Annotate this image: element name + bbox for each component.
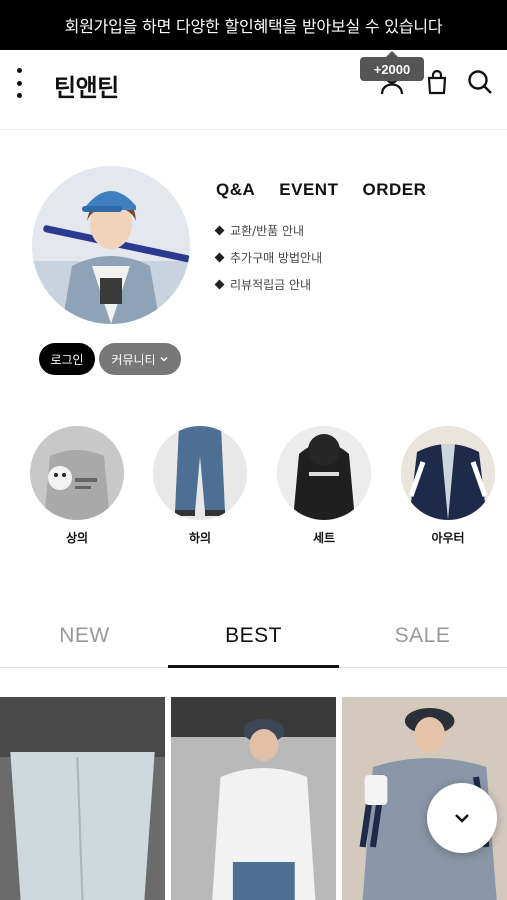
diamond-bullet-icon (214, 279, 225, 290)
product-grid (0, 697, 507, 900)
scroll-down-button[interactable] (427, 783, 497, 853)
guide-item-review-points[interactable]: 리뷰적립금 안내 (214, 276, 322, 303)
qna-link[interactable]: Q&A (216, 180, 255, 200)
community-button-label: 커뮤니티 (111, 352, 156, 367)
category-bottom-image (153, 426, 247, 520)
site-logo[interactable]: 틴앤틴 (54, 68, 119, 103)
promo-banner-text: 회원가입을 하면 다양한 할인혜택을 받아보실 수 있습니다 (64, 17, 443, 36)
shopping-bag-icon[interactable] (423, 68, 451, 96)
category-outer-image (401, 426, 495, 520)
tab-sale[interactable]: SALE (338, 620, 507, 667)
profile-image (32, 166, 190, 324)
login-button-label: 로그인 (50, 352, 84, 367)
category-set[interactable]: 세트 (276, 426, 372, 546)
tab-new[interactable]: NEW (0, 620, 169, 667)
site-header: 틴앤틴 (0, 50, 507, 130)
product-card-2[interactable] (171, 697, 336, 900)
chevron-down-icon (160, 357, 168, 362)
product-card-1[interactable] (0, 697, 165, 900)
profile-quick-links: Q&A EVENT ORDER (216, 180, 426, 200)
guide-list: 교환/반품 안내 추가구매 방법안내 리뷰적립금 안내 (214, 222, 322, 303)
more-menu-icon[interactable] (10, 68, 28, 98)
signup-points-badge: +2000 (360, 51, 424, 81)
guide-item-exchange[interactable]: 교환/반품 안내 (214, 222, 322, 249)
category-top-image (30, 426, 124, 520)
login-button[interactable]: 로그인 (39, 343, 95, 375)
category-top[interactable]: 상의 (29, 426, 125, 546)
diamond-bullet-icon (214, 252, 225, 263)
event-link[interactable]: EVENT (279, 180, 338, 200)
product-tabs: NEW BEST SALE (0, 620, 507, 668)
search-icon[interactable] (466, 68, 494, 96)
category-top-label: 상의 (65, 531, 89, 545)
chevron-down-icon (455, 814, 469, 823)
guide-item-additional-purchase[interactable]: 추가구매 방법안내 (214, 249, 322, 276)
diamond-bullet-icon (214, 225, 225, 236)
category-set-label: 세트 (312, 531, 336, 545)
category-set-image (277, 426, 371, 520)
category-outer[interactable]: 아우터 (400, 426, 496, 546)
tab-best[interactable]: BEST (168, 620, 339, 668)
category-bottom-label: 하의 (188, 531, 212, 545)
category-outer-label: 아우터 (431, 531, 465, 545)
promo-banner[interactable]: 회원가입을 하면 다양한 할인혜택을 받아보실 수 있습니다 (0, 0, 507, 50)
category-bottom[interactable]: 하의 (152, 426, 248, 546)
order-link[interactable]: ORDER (362, 180, 426, 200)
community-dropdown-button[interactable]: 커뮤니티 (99, 343, 181, 375)
